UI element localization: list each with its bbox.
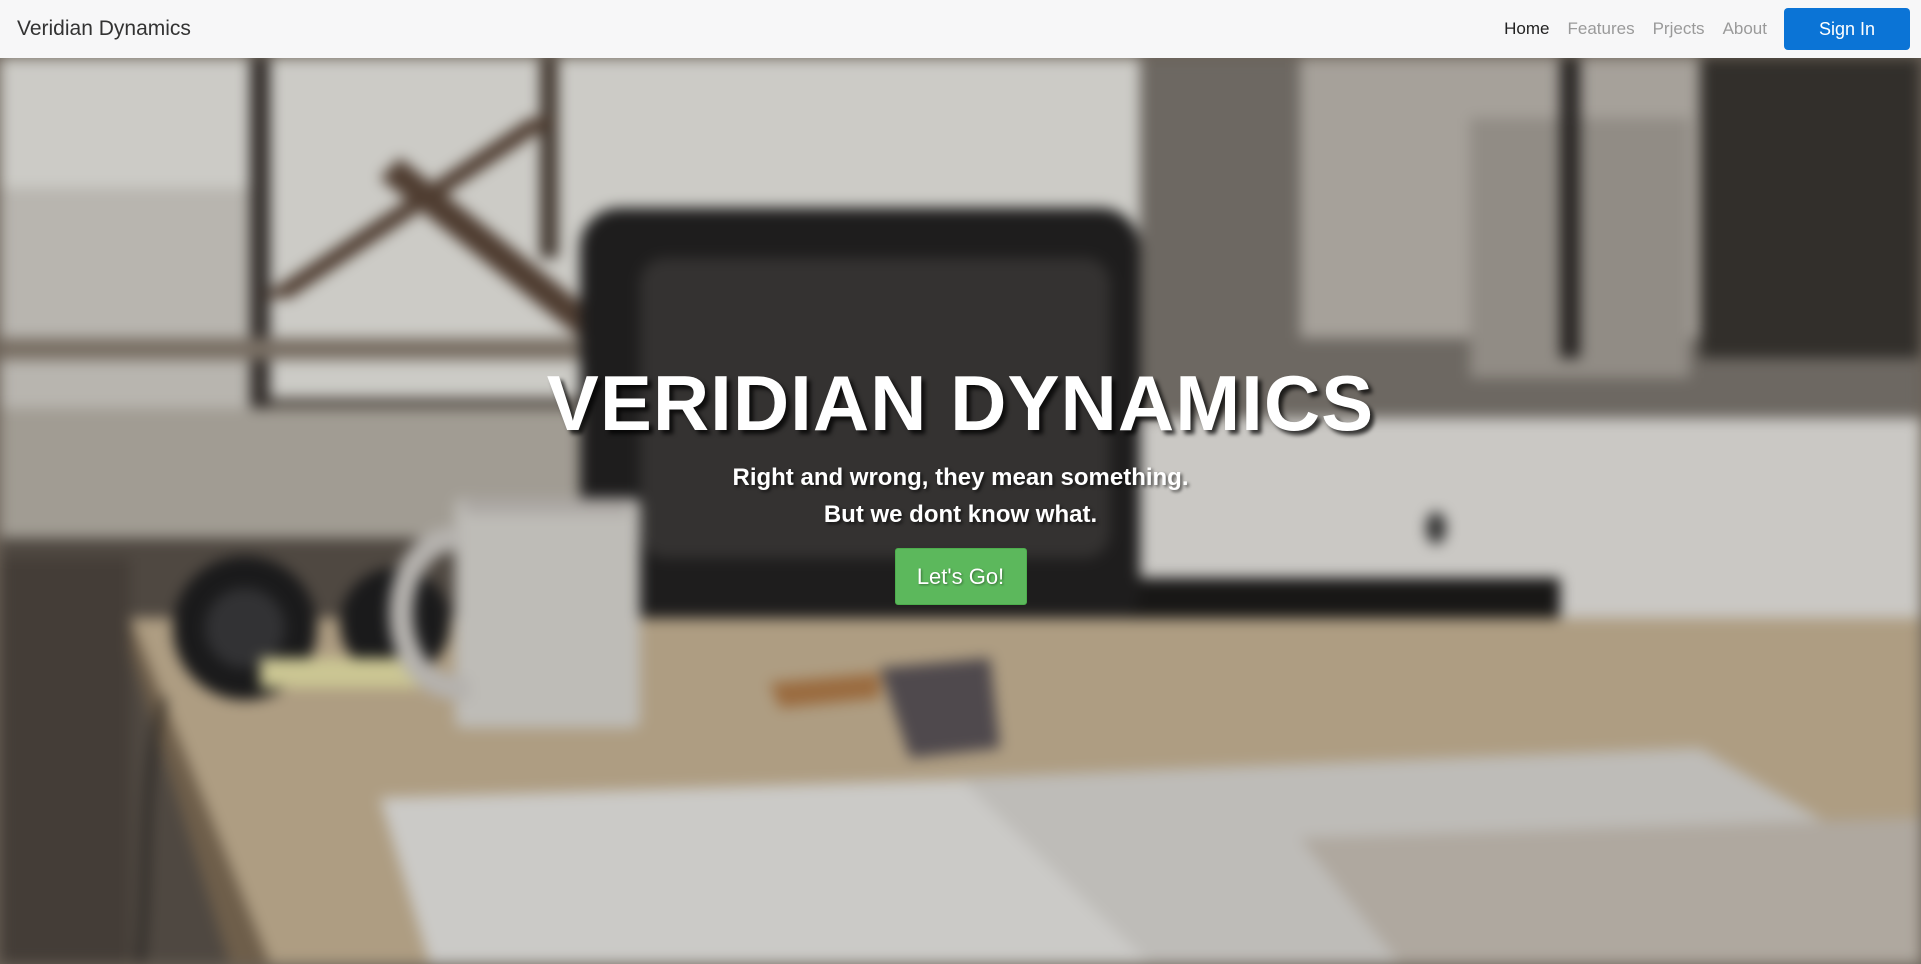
- hero-section: VERIDIAN DYNAMICS Right and wrong, they …: [0, 58, 1921, 964]
- hero-content: VERIDIAN DYNAMICS Right and wrong, they …: [0, 58, 1921, 964]
- hero-title: VERIDIAN DYNAMICS: [546, 359, 1375, 447]
- lets-go-button[interactable]: Let's Go!: [894, 548, 1027, 605]
- nav-link-home[interactable]: Home: [1504, 19, 1549, 39]
- hero-subtitle-line-2: But we dont know what.: [823, 501, 1098, 528]
- navbar: Veridian Dynamics Home Features Prjects …: [0, 0, 1921, 58]
- hero-subtitle-line-1: Right and wrong, they mean something.: [732, 464, 1189, 491]
- nav-link-features[interactable]: Features: [1568, 19, 1635, 39]
- brand-link[interactable]: Veridian Dynamics: [17, 17, 191, 41]
- sign-in-button[interactable]: Sign In: [1784, 8, 1910, 50]
- nav-link-projects[interactable]: Prjects: [1653, 19, 1705, 39]
- nav-link-about[interactable]: About: [1723, 19, 1767, 39]
- nav-links: Home Features Prjects About Sign In: [1486, 8, 1910, 50]
- hero-subtitle: Right and wrong, they mean something. Bu…: [732, 459, 1188, 533]
